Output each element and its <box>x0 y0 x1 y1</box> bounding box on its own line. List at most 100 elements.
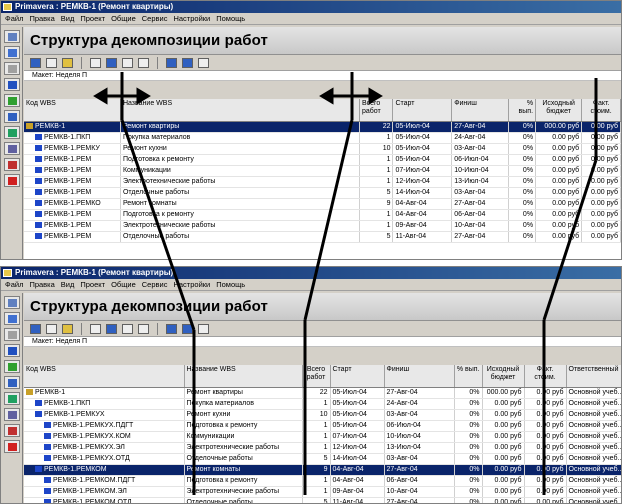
cell-pct[interactable]: 0% <box>454 431 483 443</box>
table-row[interactable]: РЕМКВ-1.ПКП Покупка материалов 1 05-Июл-04 2… <box>24 398 621 410</box>
table-row[interactable]: РЕМКВ-1 Ремонт квартиры 22 05-Июл-04 27-Авг-… <box>24 387 621 399</box>
cell-pct[interactable]: 0% <box>508 198 537 210</box>
cell-total[interactable]: 5 <box>359 231 394 243</box>
menu-file[interactable]: Файл <box>5 280 23 289</box>
table-row[interactable]: РЕМКВ-1.ПКП Покупка материалов 1 05-Июл-04 2… <box>24 132 621 144</box>
table-row[interactable]: РЕМКВ-1.РЕМ Электротехнические работы 1 12-… <box>24 176 621 188</box>
cell-total[interactable]: 1 <box>359 176 394 188</box>
filter-icon[interactable] <box>122 323 133 334</box>
cell-actual[interactable]: 0.00 руб <box>524 464 567 476</box>
cell-budget[interactable]: 000.00 руб <box>535 121 583 133</box>
table-row[interactable]: РЕМКВ-1.РЕМКУХ Ремонт кухни 10 05-Июл-04 03-… <box>24 409 621 421</box>
cell-pct[interactable]: 0% <box>508 187 537 199</box>
cell-pct[interactable]: 0% <box>508 209 537 221</box>
cell-actual[interactable]: 0.00 руб <box>524 387 567 399</box>
reports-nav-button[interactable] <box>4 440 20 453</box>
menu-help[interactable]: Помощь <box>216 14 245 23</box>
cell-finish[interactable]: 03-Авг-04 <box>451 187 509 199</box>
budget-nav-button[interactable] <box>4 408 20 421</box>
col-header[interactable]: Факт. стоим. <box>524 365 567 388</box>
table-row[interactable]: РЕМКВ-1.РЕМ Электротехнические работы 1 09-… <box>24 220 621 232</box>
table-row[interactable]: РЕМКВ-1.РЕМКОМ.ОТД Отделочные работы 5 11-А… <box>24 497 621 503</box>
cell-actual[interactable]: 0.00 руб <box>524 420 567 432</box>
print-icon[interactable] <box>90 57 101 68</box>
cell-start[interactable]: 14-Июл-04 <box>392 187 453 199</box>
eps-nav-button[interactable] <box>4 46 20 59</box>
cell-total[interactable]: 1 <box>302 486 331 498</box>
cell-budget[interactable]: 0.00 руб <box>482 409 525 421</box>
cell-budget[interactable]: 0.00 руб <box>482 420 525 432</box>
cell-start[interactable]: 07-Июл-04 <box>392 165 453 177</box>
cell-actual[interactable]: 0.00 руб <box>524 431 567 443</box>
cell-name[interactable]: Отделочные работы <box>184 497 303 503</box>
cell-pct[interactable]: 0% <box>508 132 537 144</box>
cell-total[interactable]: 9 <box>302 464 331 476</box>
cell-code[interactable]: РЕМКВ-1.РЕМ <box>24 231 121 243</box>
cell-budget[interactable]: 0.00 руб <box>535 198 583 210</box>
cell-pct[interactable]: 0% <box>454 475 483 487</box>
menu-edit[interactable]: Правка <box>29 14 54 23</box>
menu-common[interactable]: Общие <box>111 280 136 289</box>
table-row[interactable]: РЕМКВ-1.РЕМКУХ.ОТД Отделочные работы 5 14-И… <box>24 453 621 465</box>
layout-label[interactable]: Макет: Неделя П <box>24 337 621 347</box>
chart-icon[interactable] <box>62 323 73 334</box>
cell-start[interactable]: 04-Авг-04 <box>392 209 453 221</box>
menu-tools[interactable]: Сервис <box>142 14 168 23</box>
cell-name[interactable]: Покупка материалов <box>120 132 360 144</box>
refresh-icon[interactable] <box>198 57 209 68</box>
cell-total[interactable]: 1 <box>302 442 331 454</box>
cell-actual[interactable]: 0.00 руб <box>524 453 567 465</box>
cell-name[interactable]: Электротехнические работы <box>184 486 303 498</box>
budget-nav-button[interactable] <box>4 142 20 155</box>
cell-actual[interactable]: 0.00 руб <box>524 497 567 503</box>
cell-name[interactable]: Ремонт комнаты <box>120 198 360 210</box>
cell-name[interactable]: Подготовка к ремонту <box>184 420 303 432</box>
eps-nav-button[interactable] <box>4 312 20 325</box>
col-header[interactable]: % вып. <box>454 365 483 388</box>
cell-budget[interactable]: 0.00 руб <box>482 497 525 503</box>
cell-finish[interactable]: 10-Июл-04 <box>384 431 455 443</box>
cell-pct[interactable]: 0% <box>508 220 537 232</box>
cell-pct[interactable]: 0% <box>508 121 537 133</box>
menu-project[interactable]: Проект <box>80 14 105 23</box>
cell-finish[interactable]: 24-Авг-04 <box>451 132 509 144</box>
cell-finish[interactable]: 13-Июл-04 <box>451 176 509 188</box>
cell-start[interactable]: 05-Июл-04 <box>330 420 385 432</box>
cell-code[interactable]: РЕМКВ-1.РЕМ <box>24 209 121 221</box>
cell-finish[interactable]: 06-Июл-04 <box>384 420 455 432</box>
col-header[interactable]: Всего работ <box>302 365 331 388</box>
cell-budget[interactable]: 0.00 руб <box>482 398 525 410</box>
cell-resp[interactable]: Основной учеб... <box>566 387 621 399</box>
cell-budget[interactable]: 0.00 руб <box>482 453 525 465</box>
projects-nav-button[interactable] <box>4 30 20 43</box>
projects-nav-button[interactable] <box>4 296 20 309</box>
cell-total[interactable]: 22 <box>302 387 331 399</box>
cell-name[interactable]: Коммуникации <box>184 431 303 443</box>
cell-finish[interactable]: 27-Авг-04 <box>384 387 455 399</box>
cell-total[interactable]: 1 <box>302 420 331 432</box>
cell-actual[interactable]: 0.00 руб <box>581 121 621 133</box>
col-header[interactable]: Код WBS <box>24 365 185 388</box>
cell-pct[interactable]: 0% <box>508 154 537 166</box>
cell-code[interactable]: РЕМКВ-1.РЕМКУХ.ПДГТ <box>24 420 185 432</box>
col-header[interactable]: Название WBS <box>120 99 360 122</box>
col-header[interactable]: % вып. <box>508 99 537 122</box>
cell-resp[interactable]: Основной учеб... <box>566 398 621 410</box>
cell-start[interactable]: 05-Июл-04 <box>392 132 453 144</box>
cell-budget[interactable]: 0.00 руб <box>535 143 583 155</box>
cell-actual[interactable]: 0.00 руб <box>581 231 621 243</box>
col-header[interactable]: Старт <box>330 365 385 388</box>
cell-finish[interactable]: 27-Авг-04 <box>451 198 509 210</box>
cell-code[interactable]: РЕМКВ-1.РЕМКУХ.КОМ <box>24 431 185 443</box>
cell-finish[interactable]: 10-Авг-04 <box>384 486 455 498</box>
title-bar[interactable]: Primavera : РЕМКВ-1 (Ремонт квартиры) <box>1 1 621 13</box>
cell-total[interactable]: 1 <box>359 132 394 144</box>
cell-code[interactable]: РЕМКВ-1.РЕМ <box>24 187 121 199</box>
col-header[interactable]: Всего работ <box>359 99 394 122</box>
col-header[interactable]: Финиш <box>451 99 509 122</box>
menu-common[interactable]: Общие <box>111 14 136 23</box>
cell-code[interactable]: РЕМКВ-1.ПКП <box>24 398 185 410</box>
col-header[interactable]: Старт <box>392 99 453 122</box>
layout-icon[interactable] <box>30 323 41 334</box>
cell-resp[interactable]: Основной учеб... <box>566 409 621 421</box>
